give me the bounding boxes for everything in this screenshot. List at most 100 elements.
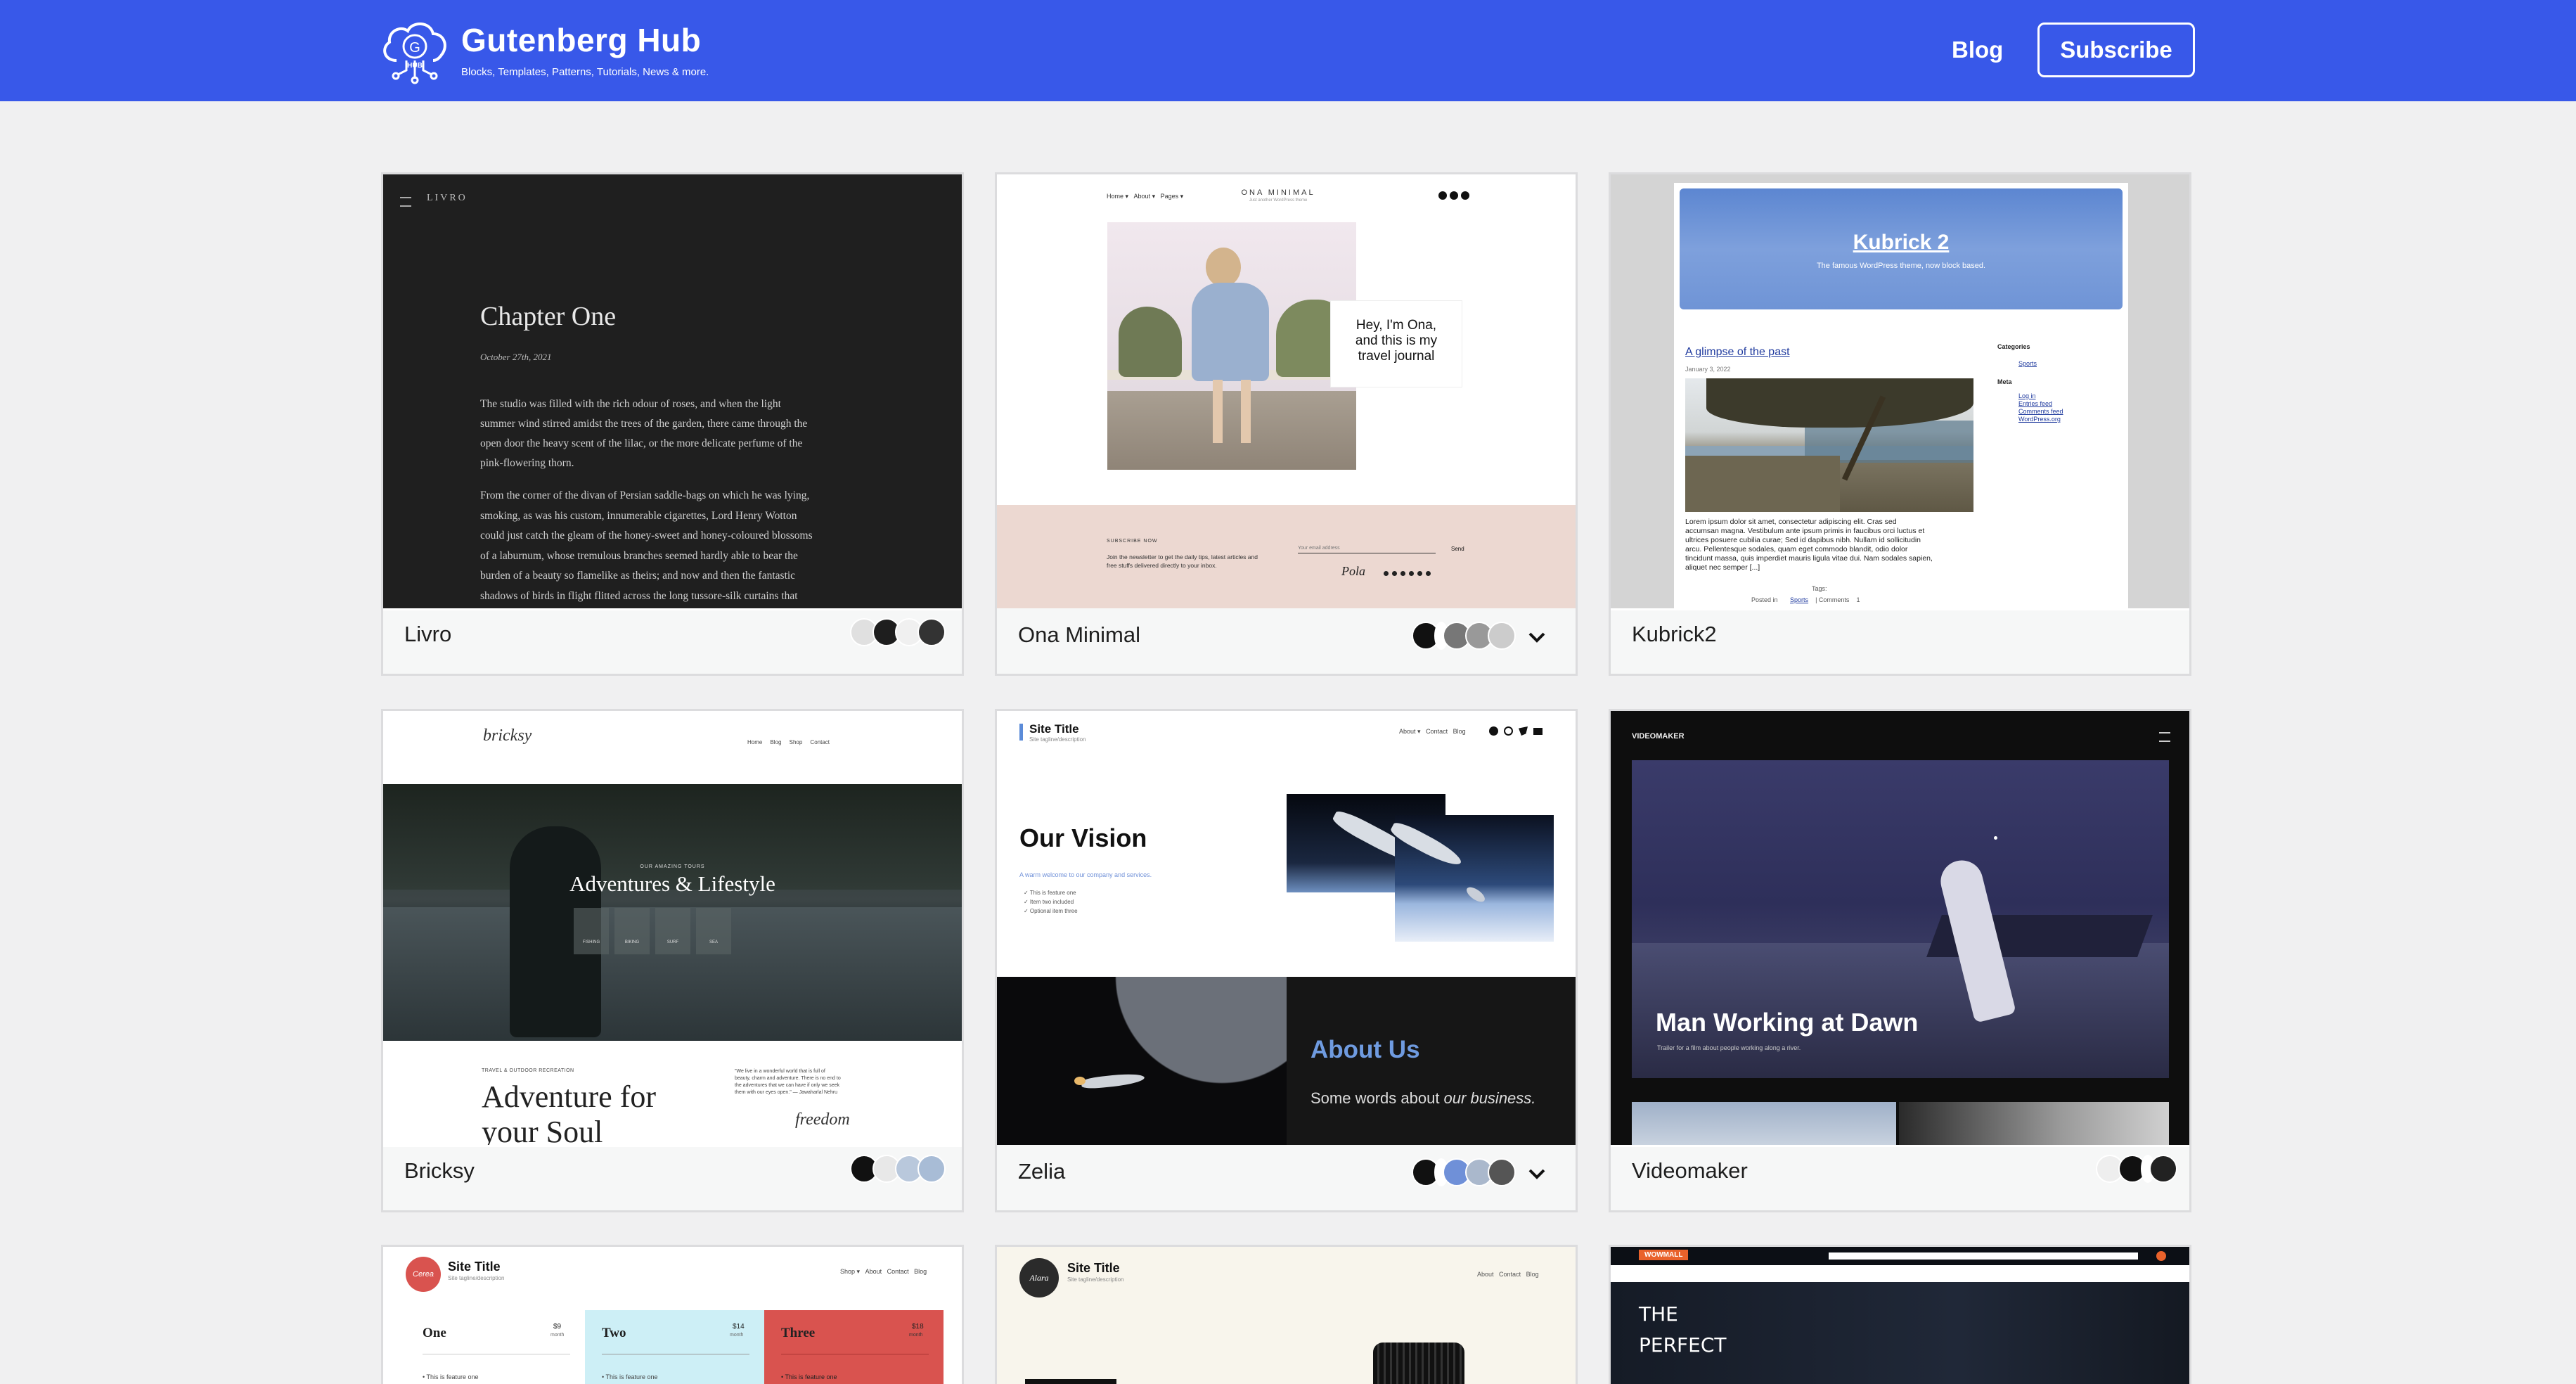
style-variations[interactable] (2096, 1153, 2177, 1185)
surf-icon: SURF (655, 908, 690, 954)
videomaker-thumb-2 (1899, 1102, 2169, 1145)
theme-card-ona-minimal[interactable]: Home ▾ About ▾ Pages ▾ ONA MINIMAL Just … (995, 172, 1578, 676)
post-title-link[interactable]: A glimpse of the past (1685, 346, 1790, 359)
kubrick-subtitle: The famous WordPress theme, now block ba… (1816, 262, 1986, 270)
theme-name[interactable]: Zelia (1018, 1159, 1065, 1184)
theme-card-videomaker[interactable]: VIDEOMAKER Man Working at Dawn Trailer f… (1609, 709, 2191, 1212)
theme-preview[interactable]: Alara Site Title Site tagline/descriptio… (997, 1247, 1576, 1384)
style-variations[interactable] (1412, 620, 1516, 652)
site-header: G HUB Gutenberg Hub Blocks, Templates, P… (0, 0, 2576, 101)
kubrick-title[interactable]: Kubrick 2 (1680, 231, 2123, 255)
ona-subscribe-section: SUBSCRIBE NOW Join the newsletter to get… (997, 505, 1576, 608)
theme-card-alara[interactable]: Alara Site Title Site tagline/descriptio… (995, 1245, 1578, 1384)
alara-camera-lens (1373, 1343, 1464, 1384)
theme-card-bricksy[interactable]: bricksy Home Blog Shop Contact OUR AMAZI… (381, 709, 964, 1212)
wowmall-nav-bar (1611, 1265, 2189, 1282)
social-icon (1438, 191, 1447, 200)
style-variations[interactable] (850, 1153, 946, 1185)
theme-name[interactable]: Bricksy (404, 1158, 475, 1184)
post-date: January 3, 2022 (1685, 366, 1731, 373)
wowmall-hero: THE PERFECT (1611, 1282, 2189, 1384)
ona-logo-sub: Just another WordPress theme (1249, 198, 1308, 203)
theme-preview[interactable]: bricksy Home Blog Shop Contact OUR AMAZI… (383, 711, 962, 1145)
cart-icon[interactable] (2156, 1251, 2166, 1261)
kubrick-header: Kubrick 2 The famous WordPress theme, no… (1680, 188, 2123, 309)
style-swatch[interactable] (1488, 622, 1516, 650)
theme-name[interactable]: Videomaker (1632, 1158, 1748, 1184)
cerea-site-title: Site Title (448, 1260, 501, 1274)
post-meta: Posted in Sports | Comments 1 (1751, 596, 1860, 603)
theme-preview[interactable]: Kubrick 2 The famous WordPress theme, no… (1611, 174, 2189, 608)
ona-signature: Pola (1341, 564, 1365, 578)
category-link[interactable]: Sports (1790, 596, 1808, 603)
style-swatch[interactable] (917, 618, 946, 646)
videomaker-hero: Man Working at Dawn Trailer for a film a… (1632, 760, 2169, 1078)
videomaker-thumb-1 (1632, 1102, 1896, 1145)
email-field[interactable]: Your email address (1298, 546, 1436, 553)
style-swatch[interactable] (1488, 1158, 1516, 1186)
zelia-about-sub: Some words about our business. (1310, 1089, 1536, 1107)
subscribe-text: Join the newsletter to get the daily tip… (1107, 553, 1258, 569)
nav-blog-link[interactable]: Blog (1952, 37, 2003, 63)
alara-heading-fragment (1025, 1379, 1116, 1384)
chevron-down-icon[interactable] (1523, 624, 1551, 652)
wowmall-search-input[interactable] (1829, 1252, 2138, 1260)
post-tags-label: Tags: (1812, 585, 1827, 592)
livro-date: October 27th, 2021 (480, 352, 552, 362)
style-variations[interactable] (1412, 1156, 1516, 1188)
zelia-feature-list: ✓ This is feature one ✓ Item two included… (1024, 890, 1078, 914)
theme-name[interactable]: Kubrick2 (1632, 622, 1717, 647)
theme-preview[interactable]: LIVRO Chapter One October 27th, 2021 The… (383, 174, 962, 608)
site-tagline: Blocks, Templates, Patterns, Tutorials, … (461, 66, 709, 78)
zelia-about-section: About Us Some words about our business. (997, 977, 1576, 1145)
gutenberg-hub-logo-icon[interactable]: G HUB (378, 15, 451, 86)
theme-preview[interactable]: Cerea Site Title Site tagline/descriptio… (383, 1247, 962, 1384)
theme-preview[interactable]: Site Title Site tagline/description Abou… (997, 711, 1576, 1145)
bricksy-signature: freedom (795, 1110, 850, 1129)
theme-card-zelia[interactable]: Site Title Site tagline/description Abou… (995, 709, 1578, 1212)
post-featured-image (1685, 378, 1973, 512)
menu-icon (400, 197, 411, 207)
meta-links[interactable]: Log in Entries feed Comments feed WordPress… (2018, 392, 2063, 423)
menu-icon (2159, 732, 2170, 742)
theme-name[interactable]: Livro (404, 622, 451, 647)
bricksy-nav: Home Blog Shop Contact (747, 739, 830, 745)
pricing-tier-two: Two $14 month • This is feature one (585, 1310, 764, 1384)
alara-logo: Alara (1019, 1258, 1059, 1298)
theme-card-kubrick2[interactable]: Kubrick 2 The famous WordPress theme, no… (1609, 172, 2191, 676)
meta-heading: Meta (1997, 378, 2012, 385)
zelia-vision-title: Our Vision (1019, 824, 1147, 852)
livro-paragraph-2: From the corner of the divan of Persian … (480, 489, 813, 602)
style-variations[interactable] (850, 616, 946, 648)
theme-card-cerea[interactable]: Cerea Site Title Site tagline/descriptio… (381, 1245, 964, 1384)
theme-card-livro[interactable]: LIVRO Chapter One October 27th, 2021 The… (381, 172, 964, 676)
zelia-moon-image (997, 977, 1287, 1145)
theme-card-wowmall[interactable]: WOWMALL THE PERFECT (1609, 1245, 2191, 1384)
style-swatch[interactable] (917, 1155, 946, 1183)
card-footer: Kubrick2 (1611, 610, 2189, 674)
style-swatch[interactable] (2149, 1155, 2177, 1183)
send-button[interactable]: Send (1451, 546, 1464, 552)
theme-preview[interactable]: Home ▾ About ▾ Pages ▾ ONA MINIMAL Just … (997, 174, 1576, 608)
cerea-logo: Cerea (406, 1257, 441, 1292)
zelia-about-title: About Us (1310, 1036, 1420, 1063)
bricksy-small-label: TRAVEL & OUTDOOR RECREATION (482, 1068, 574, 1073)
wowmall-brand: WOWMALL (1639, 1250, 1689, 1260)
card-footer: Videomaker (1611, 1147, 2189, 1210)
chevron-down-icon[interactable] (1523, 1160, 1551, 1188)
bricksy-big-title: Adventure for your Soul (482, 1079, 657, 1145)
site-title[interactable]: Gutenberg Hub (461, 21, 701, 59)
theme-preview[interactable]: WOWMALL THE PERFECT (1611, 1247, 2189, 1384)
subscribe-button[interactable]: Subscribe (2037, 23, 2195, 77)
theme-name[interactable]: Ona Minimal (1018, 622, 1140, 648)
bricksy-logo: bricksy (483, 726, 532, 745)
pricing-tier-three: Three $18 month • This is feature one (764, 1310, 944, 1384)
svg-text:HUB: HUB (407, 62, 423, 70)
videomaker-title: Man Working at Dawn (1656, 1008, 1919, 1037)
sea-icon: SEA (696, 908, 731, 954)
theme-preview[interactable]: VIDEOMAKER Man Working at Dawn Trailer f… (1611, 711, 2189, 1145)
bricksy-quote: "We live in a wonderful world that is fu… (735, 1069, 841, 1095)
sidebar-category-link[interactable]: Sports (2018, 360, 2037, 367)
bricksy-hero: OUR AMAZING TOURS Adventures & Lifestyle… (383, 784, 962, 1041)
card-footer: Ona Minimal (997, 608, 1576, 674)
